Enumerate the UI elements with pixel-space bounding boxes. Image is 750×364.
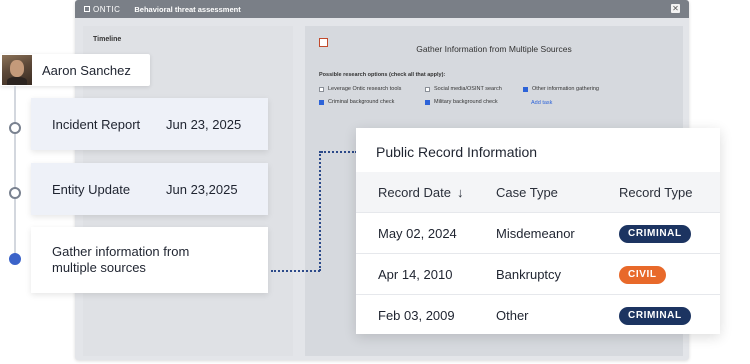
brand-logo: ONTIC (84, 5, 120, 14)
timeline-card-gather-info[interactable]: Gather information from multiple sources (31, 227, 268, 293)
connector-line (319, 151, 321, 271)
option-label: Military background check (434, 99, 498, 105)
cell-case-type: Misdemeanor (496, 225, 575, 241)
column-header-record-type: Record Type (619, 184, 693, 200)
option-social-media[interactable]: Social media/OSINT search (425, 86, 502, 92)
timeline-card-title: Incident Report (52, 116, 141, 132)
table-row[interactable]: May 02, 2024 Misdemeanor CRIMINAL (356, 213, 720, 254)
record-card-title: Public Record Information (376, 144, 538, 160)
option-label: Social media/OSINT search (434, 86, 502, 92)
timeline-node (9, 187, 21, 199)
close-icon[interactable]: ✕ (671, 4, 680, 13)
brand-name: ONTIC (93, 4, 121, 14)
option-military-check[interactable]: Military background check (425, 99, 498, 105)
checkbox[interactable] (425, 86, 430, 92)
timeline-node (9, 122, 21, 134)
checkbox-checked[interactable] (425, 99, 430, 105)
user-name: Aaron Sanchez (42, 62, 131, 78)
table-header-row: Record Date ↓ Case Type Record Type (356, 172, 720, 213)
column-header-record-date[interactable]: Record Date ↓ (356, 185, 496, 200)
timeline-card-date: Jun 23,2025 (166, 181, 238, 197)
record-type-badge: CIVIL (619, 265, 666, 284)
record-type-badge: CRIMINAL (619, 224, 691, 243)
timeline-line (14, 86, 16, 258)
timeline-heading: Timeline (93, 36, 122, 43)
cell-record-date: May 02, 2024 (378, 225, 457, 241)
checkbox[interactable] (319, 86, 324, 92)
column-header-label: Record Date (378, 184, 451, 200)
table-row[interactable]: Feb 03, 2009 Other CRIMINAL (356, 295, 720, 335)
option-other-info[interactable]: Other information gathering (523, 86, 599, 92)
ontic-logo-icon (84, 6, 90, 12)
connector-line (271, 270, 320, 272)
user-chip: Aaron Sanchez (0, 54, 150, 86)
record-type-badge: CRIMINAL (619, 306, 691, 325)
timeline-card-date: Jun 23, 2025 (166, 116, 242, 132)
connector-line (321, 151, 357, 153)
timeline-card-incident-report[interactable]: Incident Report Jun 23, 2025 (31, 98, 268, 150)
public-record-card: Public Record Information Record Date ↓ … (356, 128, 720, 334)
option-label: Other information gathering (532, 86, 599, 92)
cell-case-type: Other (496, 307, 529, 323)
option-label: Criminal background check (328, 99, 395, 105)
timeline-card-title: Entity Update (52, 181, 131, 197)
cell-record-date: Feb 03, 2009 (378, 307, 455, 323)
cell-record-date: Apr 14, 2010 (378, 266, 453, 282)
app-titlebar: ONTIC Behavioral threat assessment ✕ (75, 0, 689, 18)
record-table: Record Date ↓ Case Type Record Type May … (356, 172, 720, 335)
arrow-down-icon[interactable]: ↓ (457, 185, 464, 200)
option-label: Leverage Ontic research tools (328, 86, 402, 92)
options-label: Possible research options (check all tha… (319, 72, 446, 78)
option-criminal-check[interactable]: Criminal background check (319, 99, 394, 105)
task-title: Gather Information from Multiple Sources (416, 44, 572, 54)
timeline-card-entity-update[interactable]: Entity Update Jun 23,2025 (31, 163, 268, 215)
option-ontic-research[interactable]: Leverage Ontic research tools (319, 86, 401, 92)
avatar (2, 55, 32, 85)
checkbox-checked[interactable] (523, 86, 528, 92)
cell-case-type: Bankruptcy (496, 266, 562, 282)
app-title: Behavioral threat assessment (134, 4, 241, 14)
table-row[interactable]: Apr 14, 2010 Bankruptcy CIVIL (356, 254, 720, 295)
column-header-case-type: Case Type (496, 184, 558, 200)
timeline-card-title: Gather information from multiple sources (52, 244, 190, 275)
add-task-link[interactable]: Add task (531, 100, 552, 106)
timeline-node-active (9, 253, 21, 265)
checkbox-checked[interactable] (319, 99, 324, 105)
